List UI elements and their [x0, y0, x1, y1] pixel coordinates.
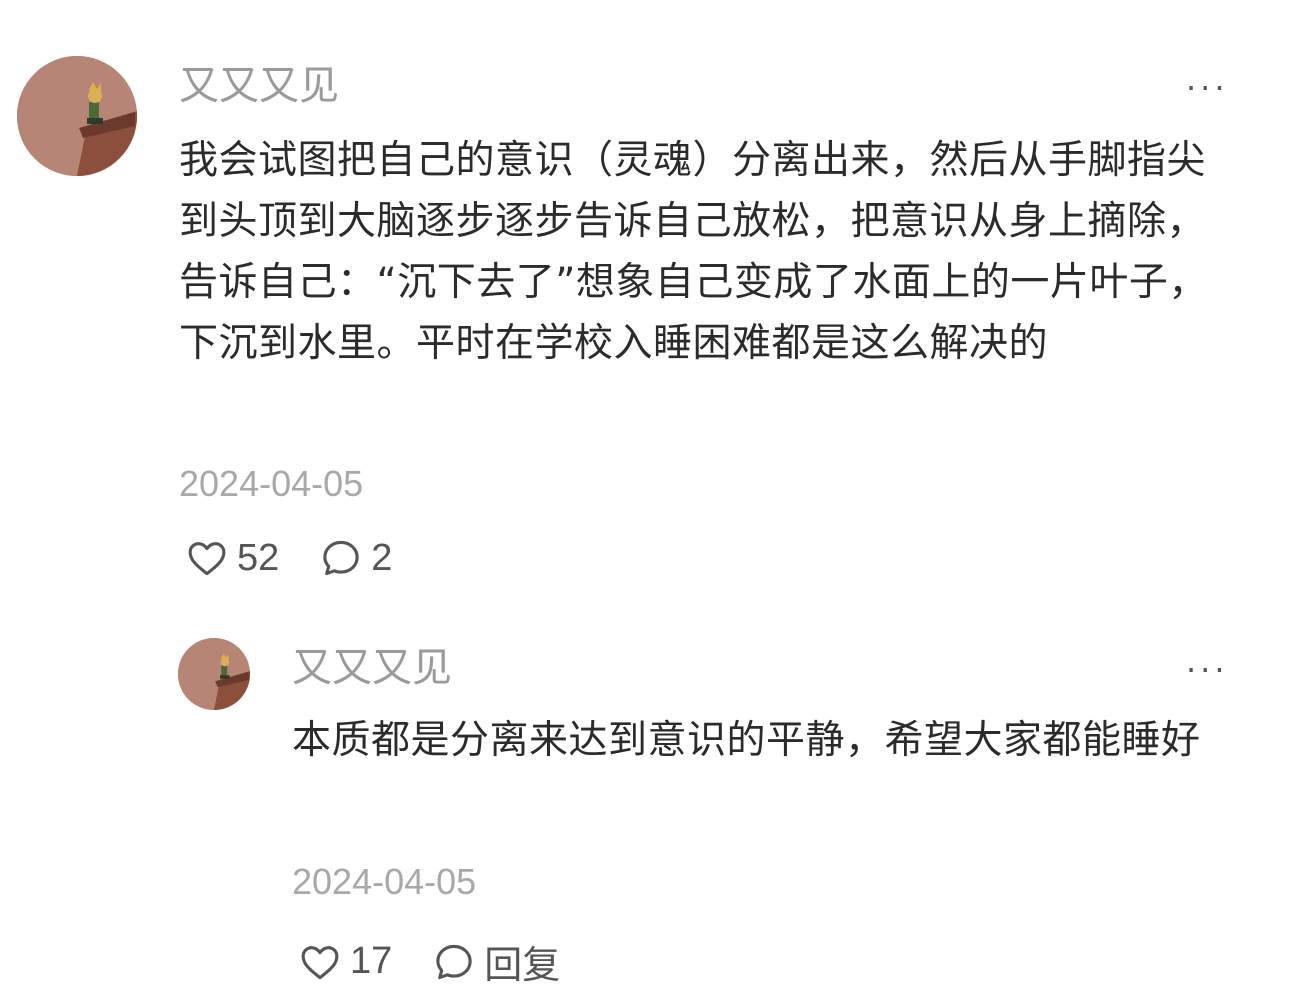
- heart-icon: [301, 945, 339, 979]
- avatar-image: [17, 56, 137, 176]
- reply-button[interactable]: 2: [319, 536, 392, 580]
- username[interactable]: 又又又见: [179, 66, 339, 106]
- like-count: 17: [350, 940, 393, 982]
- heart-icon: [188, 542, 226, 576]
- reply-text: 本质都是分离来达到意识的平静，希望大家都能睡好: [292, 718, 1201, 763]
- like-button[interactable]: 17: [298, 940, 392, 984]
- reply-count: 2: [371, 536, 393, 579]
- reply-label: 回复: [484, 945, 561, 987]
- reply-date: 2024-04-05: [292, 861, 477, 902]
- comment: 又又又见 ··· 我会试图把自己的意识（灵魂）分离出来，然后从手脚指尖到头顶到大…: [0, 0, 1290, 600]
- reply: 又又又见 ··· 本质都是分离来达到意识的平静，希望大家都能睡好 2024-04…: [0, 600, 1290, 1004]
- reply-actions: 17 回复: [298, 934, 560, 989]
- more-options-icon[interactable]: ···: [1186, 654, 1229, 686]
- speech-bubble-icon: [436, 944, 472, 979]
- more-options-icon[interactable]: ···: [1186, 72, 1229, 104]
- like-count: 52: [237, 536, 280, 579]
- avatar-image: [178, 638, 250, 710]
- speech-bubble-icon: [323, 540, 359, 576]
- avatar[interactable]: [178, 638, 250, 710]
- reply-button[interactable]: 回复: [432, 934, 560, 989]
- username[interactable]: 又又又见: [292, 648, 452, 688]
- comment-date: 2024-04-05: [179, 463, 364, 504]
- avatar[interactable]: [17, 56, 137, 176]
- comment-text: 我会试图把自己的意识（灵魂）分离出来，然后从手脚指尖到头顶到大脑逐步逐步告诉自己…: [179, 138, 1208, 366]
- comment-actions: 52 2: [185, 536, 392, 580]
- like-button[interactable]: 52: [185, 536, 279, 580]
